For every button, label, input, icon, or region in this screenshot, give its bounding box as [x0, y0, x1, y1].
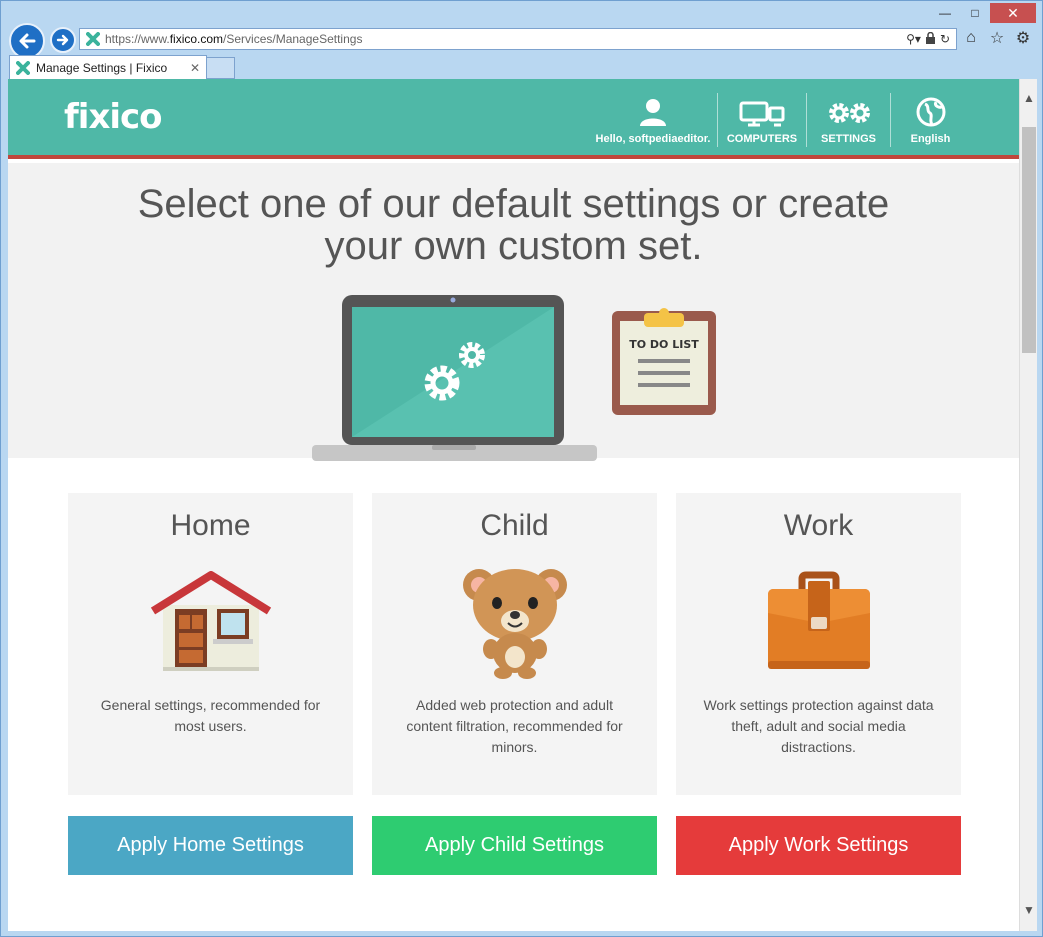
tab-manage-settings[interactable]: Manage Settings | Fixico ✕ [9, 55, 207, 79]
card-child-description: Added web protection and adult content f… [406, 697, 623, 755]
nav-computers-label: COMPUTERS [726, 133, 798, 145]
arrow-right-icon [56, 34, 69, 46]
card-home-title: Home [170, 509, 251, 542]
nav-settings[interactable]: SETTINGS [806, 93, 890, 147]
card-child-image [372, 565, 657, 680]
nav-language-label: English [910, 133, 951, 145]
close-window-button[interactable]: ✕ [990, 3, 1036, 23]
scroll-up-arrow-icon[interactable]: ▲ [1020, 89, 1038, 107]
gears-icon [828, 103, 870, 123]
maximize-button[interactable]: □ [960, 3, 990, 23]
hero-section: Select one of our default settings or cr… [8, 163, 1019, 461]
globe-icon [916, 97, 945, 127]
scroll-down-arrow-icon[interactable]: ▼ [1020, 901, 1038, 919]
scroll-thumb[interactable] [1022, 127, 1036, 353]
computers-icon [739, 101, 785, 127]
navigation-bar: https://www.fixico.com/Services/ManageSe… [9, 23, 1036, 59]
teddy-bear-icon [462, 569, 567, 679]
nav-computers[interactable]: COMPUTERS [717, 93, 806, 147]
tools-gear-icon[interactable]: ⚙ [1014, 29, 1032, 47]
fixico-favicon-icon [86, 32, 100, 46]
header-nav: Hello, softpediaeditor. COMPUTERS SETTIN… [589, 93, 1019, 147]
minimize-button[interactable]: — [930, 3, 960, 23]
house-icon [150, 571, 271, 671]
apply-home-settings-button[interactable]: Apply Home Settings [68, 816, 353, 875]
new-tab-button[interactable] [207, 57, 235, 79]
arrow-left-icon [19, 33, 36, 49]
favorites-star-icon[interactable]: ☆ [988, 29, 1006, 47]
page-title-line-2: your own custom set. [324, 224, 703, 268]
card-work-description: Work settings protection against data th… [703, 697, 934, 755]
card-work: Work Work settings protection against da… [676, 493, 961, 795]
card-home-description: General settings, recommended for most u… [100, 697, 321, 734]
home-icon[interactable]: ⌂ [962, 29, 980, 47]
forward-button[interactable] [50, 27, 76, 53]
refresh-icon[interactable]: ↻ [940, 32, 950, 47]
tab-bar: Manage Settings | Fixico ✕ [9, 55, 235, 79]
card-work-image [676, 571, 961, 671]
card-child-title: Child [480, 509, 549, 542]
card-child: Child Added web protection and adult con… [372, 493, 657, 795]
url-scheme: https://www. [105, 32, 170, 46]
card-home-image [68, 571, 353, 671]
address-bar-actions: ⚲▾ ↻ [906, 31, 956, 47]
url-text: https://www.fixico.com/Services/ManageSe… [105, 32, 906, 46]
fixico-logo[interactable]: fixico [64, 97, 163, 137]
page-title: Select one of our default settings or cr… [8, 183, 1019, 267]
card-work-title: Work [783, 509, 854, 542]
apply-child-settings-button[interactable]: Apply Child Settings [372, 816, 657, 875]
nav-user-label: Hello, softpediaeditor. [595, 133, 711, 145]
browser-toolbar: ⌂ ☆ ⚙ [962, 29, 1032, 47]
settings-cards: Home General settings, recommended for m… [68, 493, 961, 795]
apply-buttons: Apply Home Settings Apply Child Settings… [68, 816, 961, 875]
todo-list-label: TO DO LIST [629, 338, 699, 351]
browser-window: — □ ✕ https://www.fixico.com/Services/Ma… [0, 0, 1043, 937]
url-path: /Services/ManageSettings [223, 32, 363, 46]
tab-close-icon[interactable]: ✕ [190, 61, 200, 75]
fixico-tab-favicon-icon [16, 60, 30, 75]
laptop-settings-illustration: TO DO LIST [312, 295, 716, 461]
lock-icon[interactable] [925, 31, 936, 47]
nav-user[interactable]: Hello, softpediaeditor. [589, 93, 717, 147]
site-header: fixico Hello, softpediaeditor. COMPUTERS… [8, 79, 1019, 159]
user-icon [640, 99, 666, 126]
card-home: Home General settings, recommended for m… [68, 493, 353, 795]
nav-language[interactable]: English [890, 93, 970, 147]
nav-settings-label: SETTINGS [821, 133, 877, 145]
window-controls: — □ ✕ [930, 3, 1036, 23]
apply-work-settings-button[interactable]: Apply Work Settings [676, 816, 961, 875]
page-title-line-1: Select one of our default settings or cr… [137, 182, 890, 226]
url-domain: fixico.com [169, 32, 224, 46]
briefcase-icon [767, 571, 870, 669]
todo-clipboard-icon: TO DO LIST [612, 308, 716, 415]
address-bar[interactable]: https://www.fixico.com/Services/ManageSe… [79, 28, 957, 50]
tab-title: Manage Settings | Fixico [36, 60, 168, 75]
page-viewport: fixico Hello, softpediaeditor. COMPUTERS… [8, 79, 1019, 931]
search-icon[interactable]: ⚲▾ [906, 32, 921, 47]
back-button[interactable] [9, 23, 45, 59]
vertical-scrollbar[interactable]: ▲ ▼ [1019, 79, 1037, 931]
